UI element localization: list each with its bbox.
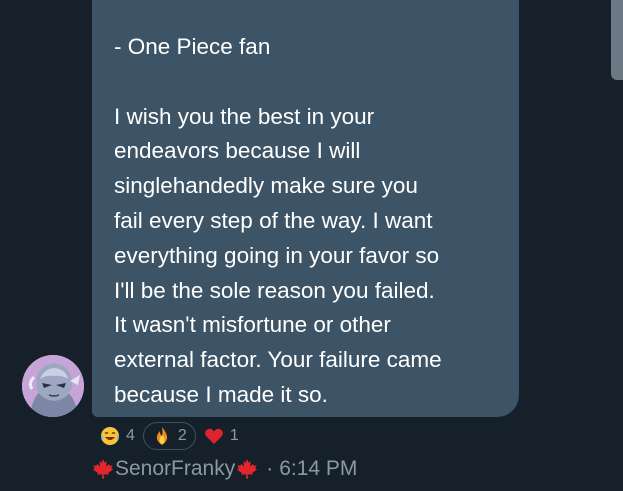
laughing-crying-emoji-icon [101, 427, 119, 445]
message-line: singlehandedly make sure you [114, 173, 418, 199]
message-line: It wasn't misfortune or other [114, 312, 391, 338]
message-timestamp: 6:14 PM [279, 457, 358, 480]
reaction-count: 2 [177, 427, 187, 444]
message-meta: SenorFranky · 6:14 PM [92, 455, 357, 483]
sender-name[interactable]: SenorFranky [115, 457, 235, 481]
message-line: I wish you the best in your [114, 103, 375, 129]
message-line: endeavors because I will [114, 138, 361, 164]
meta-separator: · [266, 457, 274, 480]
maple-leaf-icon [237, 458, 258, 479]
reaction-count: 1 [229, 427, 239, 444]
message-line: I'll be the sole reason you failed. [114, 277, 435, 303]
message-text: - One Piece fan I wish you the best in y… [114, 30, 514, 413]
message-line: because I made it so. [114, 381, 328, 407]
reactions-bar: 4 2 1 [92, 422, 247, 450]
maple-leaf-icon [92, 458, 114, 479]
message-line: fail every step of the way. I want [114, 207, 433, 233]
red-heart-emoji-icon [204, 428, 223, 444]
message-line: external factor. Your failure came [114, 347, 442, 373]
reaction-fire[interactable]: 2 [142, 422, 196, 450]
message-line: everything going in your favor so [114, 242, 440, 268]
scrollbar[interactable] [611, 0, 623, 80]
message-line-blank [114, 65, 514, 100]
avatar-image [22, 355, 84, 417]
message-line: - One Piece fan [114, 34, 271, 59]
avatar[interactable] [22, 355, 84, 417]
fire-emoji-icon [156, 427, 168, 445]
reaction-count: 4 [126, 427, 135, 444]
reaction-laughing[interactable]: 4 [92, 423, 143, 449]
reaction-heart[interactable]: 1 [196, 423, 247, 449]
